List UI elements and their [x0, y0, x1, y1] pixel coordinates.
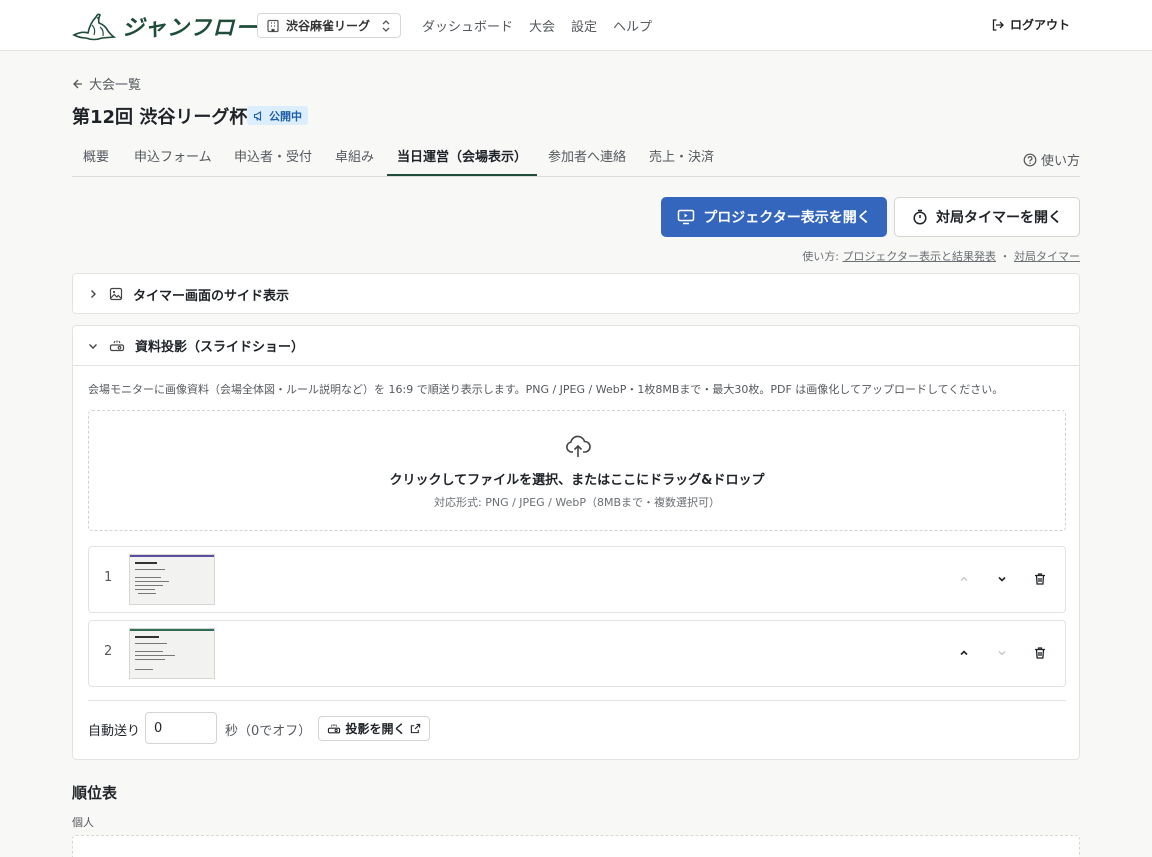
tab-sales[interactable]: 売上・決済 [639, 142, 724, 176]
trash-icon [1033, 572, 1047, 586]
projector-screen-icon [677, 209, 695, 225]
auto-advance-unit: 秒（0でオフ） [225, 724, 312, 739]
timer-icon [912, 209, 928, 225]
divider [88, 700, 1066, 701]
logout-icon [991, 18, 1005, 32]
help-circle-icon [1023, 153, 1037, 167]
howto-link[interactable]: 使い方 [1023, 150, 1080, 169]
back-link[interactable]: 大会一覧 [72, 74, 141, 93]
slide-row: 2 [88, 620, 1066, 687]
dropzone-sub-text: 対応形式: PNG / JPEG / WebP（8MBまで・複数選択可） [434, 496, 720, 509]
help-separator: ・ [999, 250, 1011, 263]
bird-logo-icon [72, 11, 116, 41]
help-prefix: 使い方: [802, 250, 839, 263]
chevron-down-icon [996, 573, 1008, 585]
megaphone-icon [253, 110, 265, 122]
nav-dashboard[interactable]: ダッシュボード [422, 16, 513, 35]
arrow-left-icon [72, 78, 84, 90]
open-projection-button[interactable]: 投影を開く [318, 716, 430, 741]
move-up-button[interactable] [952, 641, 976, 665]
slide-number: 1 [104, 570, 113, 585]
move-down-button[interactable] [990, 567, 1014, 591]
help-link-projector[interactable]: プロジェクター表示と結果発表 [842, 250, 996, 263]
delete-slide-button[interactable] [1028, 567, 1052, 591]
slide-row: 1 [88, 546, 1066, 613]
tab-applicants[interactable]: 申込者・受付 [224, 142, 322, 176]
tab-bar: 概要 申込フォーム 申込者・受付 卓組み 当日運営（会場表示） 参加者へ連絡 売… [72, 142, 1080, 177]
nav-help[interactable]: ヘルプ [613, 16, 652, 35]
standings-container [72, 835, 1080, 857]
help-link-timer[interactable]: 対局タイマー [1014, 250, 1080, 263]
tab-overview[interactable]: 概要 [73, 142, 119, 176]
chevron-down-icon [87, 340, 99, 352]
open-projector-button[interactable]: プロジェクター表示を開く [661, 197, 887, 237]
slideshow-header[interactable]: 資料投影（スライドショー） [73, 326, 1079, 366]
chevron-down-icon [996, 647, 1008, 659]
trash-icon [1033, 646, 1047, 660]
building-icon [266, 19, 280, 33]
org-select[interactable]: 渋谷麻雀リーグ [257, 13, 401, 38]
slide-thumbnail[interactable] [129, 554, 215, 605]
chevron-up-icon [958, 573, 970, 585]
auto-advance-label: 自動送り [88, 724, 141, 739]
chevron-up-icon [958, 647, 970, 659]
dropzone-main-text: クリックしてファイルを選択、またはここにドラッグ&ドロップ [389, 473, 765, 488]
nav-settings[interactable]: 設定 [571, 16, 597, 35]
help-links: 使い方: プロジェクター表示と結果発表 ・ 対局タイマー [802, 248, 1080, 264]
file-dropzone[interactable]: クリックしてファイルを選択、またはここにドラッグ&ドロップ 対応形式: PNG … [88, 410, 1066, 531]
logo[interactable]: ジャンフロー [72, 10, 258, 42]
logout-button[interactable]: ログアウト [991, 16, 1070, 33]
slideshow-title: 資料投影（スライドショー） [135, 340, 305, 355]
status-badge-label: 公開中 [269, 109, 302, 123]
open-timer-button[interactable]: 対局タイマーを開く [894, 197, 1080, 237]
slide-number: 2 [104, 644, 113, 659]
timer-side-display-title: タイマー画面のサイド表示 [133, 288, 290, 304]
status-badge: 公開中 [247, 106, 308, 125]
tab-table-assignment[interactable]: 卓組み [325, 142, 384, 176]
image-icon [109, 287, 123, 301]
tab-day-operations[interactable]: 当日運営（会場表示） [387, 142, 538, 176]
tab-contact-participants[interactable]: 参加者へ連絡 [538, 142, 636, 176]
projector-icon [109, 339, 125, 353]
standings-subtitle: 個人 [72, 816, 94, 829]
slide-thumbnail[interactable] [129, 628, 215, 679]
timer-side-display-panel: タイマー画面のサイド表示 [72, 273, 1080, 314]
page-title: 第12回 渋谷リーグ杯 [72, 107, 248, 128]
move-down-button[interactable] [990, 641, 1014, 665]
org-name: 渋谷麻雀リーグ [286, 19, 371, 33]
open-timer-label: 対局タイマーを開く [936, 210, 1062, 226]
chevron-right-icon [87, 288, 99, 300]
projector-icon [327, 723, 341, 735]
open-projector-label: プロジェクター表示を開く [703, 210, 871, 226]
external-link-icon [410, 723, 421, 734]
chevron-up-down-icon [380, 19, 392, 33]
logo-text: ジャンフロー [122, 16, 259, 41]
timer-side-display-header[interactable]: タイマー画面のサイド表示 [73, 274, 1079, 314]
move-up-button[interactable] [952, 567, 976, 591]
delete-slide-button[interactable] [1028, 641, 1052, 665]
cloud-upload-icon [565, 433, 591, 459]
slideshow-description: 会場モニターに画像資料（会場全体図・ルール説明など）を 16:9 で順送り表示し… [88, 383, 1004, 396]
standings-title: 順位表 [72, 784, 118, 802]
tab-application-form[interactable]: 申込フォーム [124, 142, 222, 176]
top-bar: ジャンフロー 渋谷麻雀リーグ ダッシュボード 大会 設定 ヘルプ ログアウト [0, 0, 1152, 51]
slideshow-panel: 資料投影（スライドショー） 会場モニターに画像資料（会場全体図・ルール説明など）… [72, 325, 1080, 760]
nav-tournaments[interactable]: 大会 [529, 16, 555, 35]
howto-label: 使い方 [1040, 154, 1080, 169]
auto-advance-input[interactable] [145, 712, 217, 744]
logout-label: ログアウト [1009, 18, 1070, 32]
open-projection-label: 投影を開く [345, 722, 406, 736]
main-nav: ダッシュボード 大会 設定 ヘルプ [422, 16, 652, 35]
back-label: 大会一覧 [89, 78, 142, 93]
